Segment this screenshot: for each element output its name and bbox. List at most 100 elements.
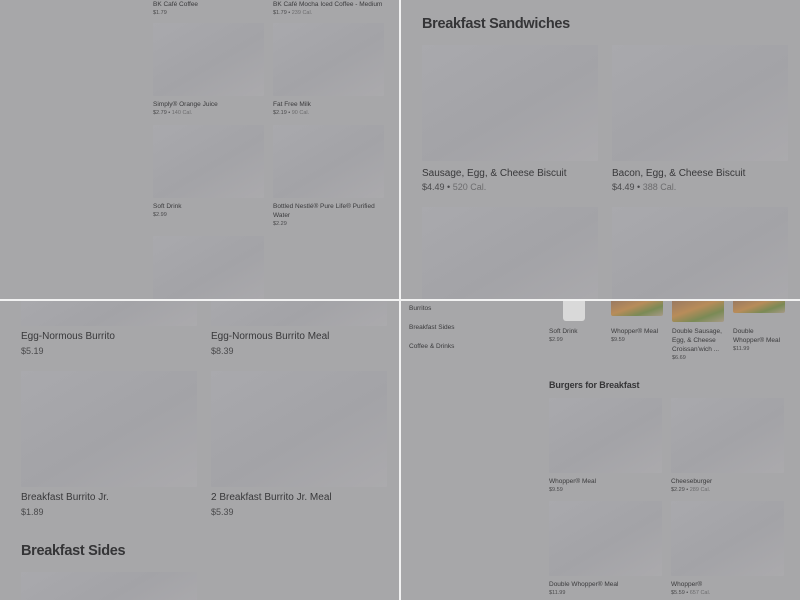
item-image xyxy=(422,45,598,161)
item-price: $2.29 • 289 Cal. xyxy=(671,487,711,493)
menu-item-card[interactable]: Soft Drink $2.99 xyxy=(153,125,264,219)
item-name: Simply® Orange Juice xyxy=(153,101,218,108)
item-price: $11.99 xyxy=(733,346,750,352)
item-image xyxy=(211,301,387,326)
item-image xyxy=(549,301,601,323)
item-image xyxy=(733,301,785,323)
item-name: Sausage, Egg, & Cheese Biscuit xyxy=(422,168,567,179)
menu-item-card[interactable]: Whopper® Meal $9.59 xyxy=(549,398,662,494)
item-name: Soft Drink xyxy=(153,203,182,210)
item-name: Double Sausage, Egg, & Cheese Croissan'w… xyxy=(672,328,722,353)
item-name: Whopper® xyxy=(671,581,703,588)
item-image xyxy=(422,207,598,300)
item-price: $4.49 • 388 Cal. xyxy=(612,182,677,192)
menu-item-card[interactable]: Double Whopper® Meal $11.99 xyxy=(549,501,662,597)
menu-item-card[interactable]: Cheeseburger $2.29 • 289 Cal. xyxy=(671,398,784,494)
featured-item-card[interactable]: Double Whopper® Meal $11.99 xyxy=(733,301,785,353)
menu-item-card[interactable]: Egg-Normous Burrito $5.19 xyxy=(21,301,197,358)
item-image xyxy=(153,23,264,96)
featured-item-card[interactable]: Whopper® Meal $9.59 xyxy=(611,301,663,344)
item-name: Fat Free Milk xyxy=(273,101,311,108)
item-image xyxy=(153,125,264,198)
item-image xyxy=(672,301,724,323)
menu-item-card[interactable] xyxy=(422,207,598,300)
item-image xyxy=(671,398,784,473)
menu-item-card[interactable]: BK Café Coffee $1.79 xyxy=(153,0,264,17)
item-price: $1.79 • 239 Cal. xyxy=(273,10,313,16)
burger-image xyxy=(733,301,785,313)
item-name: Double Whopper® Meal xyxy=(549,581,619,588)
item-price: $2.79 • 140 Cal. xyxy=(153,110,193,116)
item-image xyxy=(211,371,387,487)
menu-item-card[interactable]: Simply® Orange Juice $2.79 • 140 Cal. xyxy=(153,23,264,117)
sandwich-image xyxy=(672,301,724,322)
item-price: $2.29 xyxy=(273,221,287,227)
item-price: $2.99 xyxy=(549,337,563,343)
featured-item-card[interactable]: Double Sausage, Egg, & Cheese Croissan'w… xyxy=(672,301,724,362)
item-price: $9.59 xyxy=(611,337,625,343)
item-image xyxy=(21,572,197,600)
item-name: Whopper® Meal xyxy=(611,328,659,335)
sidebar-item-burritos[interactable]: Burritos xyxy=(409,305,431,312)
item-name: BK Café Coffee xyxy=(153,1,199,8)
section-heading: Burgers for Breakfast xyxy=(549,380,640,390)
item-image xyxy=(273,125,384,198)
item-price: $5.19 xyxy=(21,346,44,356)
menu-item-card[interactable]: 2 Breakfast Burrito Jr. Meal $5.39 xyxy=(211,371,387,519)
item-image xyxy=(549,501,662,576)
item-image xyxy=(611,301,663,323)
item-name: BK Café Mocha Iced Coffee - Medium xyxy=(273,1,383,8)
burgers-panel: Burritos Breakfast Sides Coffee & Drinks… xyxy=(401,301,800,600)
menu-item-card[interactable] xyxy=(21,572,197,600)
drinks-section-panel: BK Café Coffee $1.79 BK Café Mocha Iced … xyxy=(0,0,400,300)
item-name: Egg-Normous Burrito Meal xyxy=(211,331,330,342)
menu-item-card[interactable]: Fat Free Milk $2.19 • 90 Cal. xyxy=(273,23,384,117)
item-image xyxy=(549,398,662,473)
item-price: $8.39 xyxy=(211,346,234,356)
menu-item-card[interactable] xyxy=(612,207,788,300)
item-name: Double Whopper® Meal xyxy=(733,328,781,344)
menu-item-card[interactable]: Breakfast Burrito Jr. $1.89 xyxy=(21,371,197,519)
item-name: Egg-Normous Burrito xyxy=(21,331,115,342)
item-image xyxy=(21,301,197,326)
item-name: Soft Drink xyxy=(549,328,578,335)
item-image xyxy=(153,236,264,300)
item-name: Cheeseburger xyxy=(671,478,713,485)
item-name: Bottled Nestlé® Pure Life® Purified Wate… xyxy=(273,203,375,219)
item-image xyxy=(671,501,784,576)
item-price: $5.39 xyxy=(211,507,234,517)
sidebar-item-breakfast-sides[interactable]: Breakfast Sides xyxy=(409,324,455,331)
menu-item-card[interactable]: Sausage, Egg, & Cheese Biscuit $4.49 • 5… xyxy=(422,45,598,194)
item-image xyxy=(21,371,197,487)
sidebar-item-coffee-drinks[interactable]: Coffee & Drinks xyxy=(409,343,454,350)
item-price: $5.59 • 657 Cal. xyxy=(671,590,711,596)
item-image xyxy=(612,207,788,300)
item-image xyxy=(273,23,384,96)
menu-item-card[interactable]: Egg-Normous Burrito Meal $8.39 xyxy=(211,301,387,358)
section-heading: Breakfast Sandwiches xyxy=(422,16,570,32)
vertical-divider xyxy=(399,0,401,600)
featured-item-card[interactable]: Soft Drink $2.99 xyxy=(549,301,601,344)
burger-image xyxy=(611,301,663,316)
menu-item-card[interactable]: Whopper® $5.59 • 657 Cal. xyxy=(671,501,784,597)
item-name: Bacon, Egg, & Cheese Biscuit xyxy=(612,168,746,179)
drink-cup-image xyxy=(563,301,585,321)
item-name: Breakfast Burrito Jr. xyxy=(21,492,109,503)
item-name: Whopper® Meal xyxy=(549,478,597,485)
menu-item-card[interactable]: Bacon, Egg, & Cheese Biscuit $4.49 • 388… xyxy=(612,45,788,194)
menu-item-card[interactable]: Bottled Nestlé® Pure Life® Purified Wate… xyxy=(273,125,384,228)
item-price: $4.49 • 520 Cal. xyxy=(422,182,487,192)
item-price: $1.89 xyxy=(21,507,44,517)
item-price: $2.99 xyxy=(153,212,167,218)
breakfast-sandwiches-panel: Breakfast Sandwiches Sausage, Egg, & Che… xyxy=(401,0,800,300)
menu-item-card[interactable]: BK Café Mocha Iced Coffee - Medium $1.79… xyxy=(273,0,384,17)
item-name: 2 Breakfast Burrito Jr. Meal xyxy=(211,492,332,503)
section-heading: Breakfast Sides xyxy=(21,543,126,559)
item-price: $9.59 xyxy=(549,487,563,493)
burritos-panel: Egg-Normous Burrito $5.19 Egg-Normous Bu… xyxy=(0,301,400,600)
item-price: $11.99 xyxy=(549,590,566,596)
item-image xyxy=(612,45,788,161)
menu-item-card[interactable] xyxy=(153,236,264,300)
item-price: $6.69 xyxy=(672,355,686,361)
item-price: $1.79 xyxy=(153,10,167,16)
